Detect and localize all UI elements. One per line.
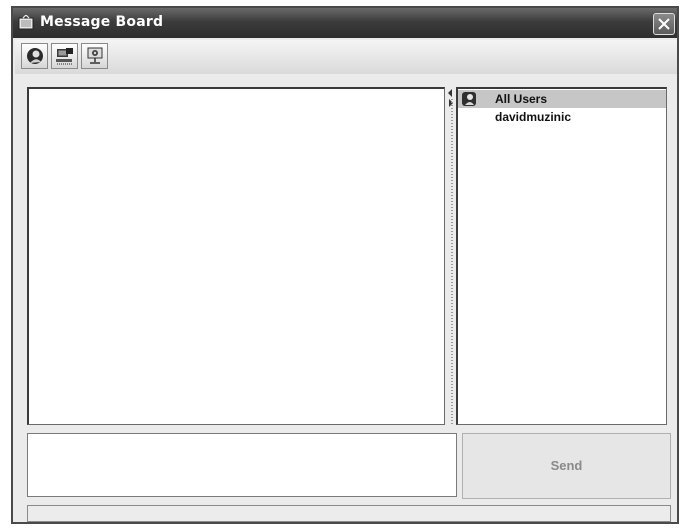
group-icon: [462, 92, 476, 106]
message-board-window: Message Board All Users davidmuzinic Sen…: [11, 6, 679, 524]
split-pane-divider[interactable]: [448, 87, 456, 425]
app-icon: [18, 15, 34, 30]
user-name: All Users: [495, 92, 548, 106]
user-list-item-davidmuzinic[interactable]: davidmuzinic: [458, 108, 666, 126]
title-bar[interactable]: Message Board: [13, 8, 677, 38]
window-title: Message Board: [40, 14, 164, 30]
send-button[interactable]: Send: [462, 433, 671, 499]
collapse-left-arrow-icon[interactable]: [448, 89, 452, 97]
close-button[interactable]: [653, 13, 675, 35]
user-list-item-all-users[interactable]: All Users: [458, 90, 666, 108]
settings-monitor-icon: [87, 47, 103, 64]
settings-button[interactable]: [81, 43, 108, 69]
status-bar: [27, 505, 671, 522]
user-name: davidmuzinic: [495, 110, 572, 124]
network-button[interactable]: [51, 43, 78, 69]
computer-network-icon: [56, 48, 73, 65]
close-icon: [658, 18, 670, 30]
user-list: All Users davidmuzinic: [456, 87, 667, 425]
message-input[interactable]: [27, 433, 457, 497]
toolbar: [15, 40, 677, 74]
connect-button[interactable]: [21, 43, 48, 69]
connect-user-icon: [27, 48, 43, 64]
message-display-area[interactable]: [27, 87, 445, 425]
divider-grip: [451, 99, 453, 425]
